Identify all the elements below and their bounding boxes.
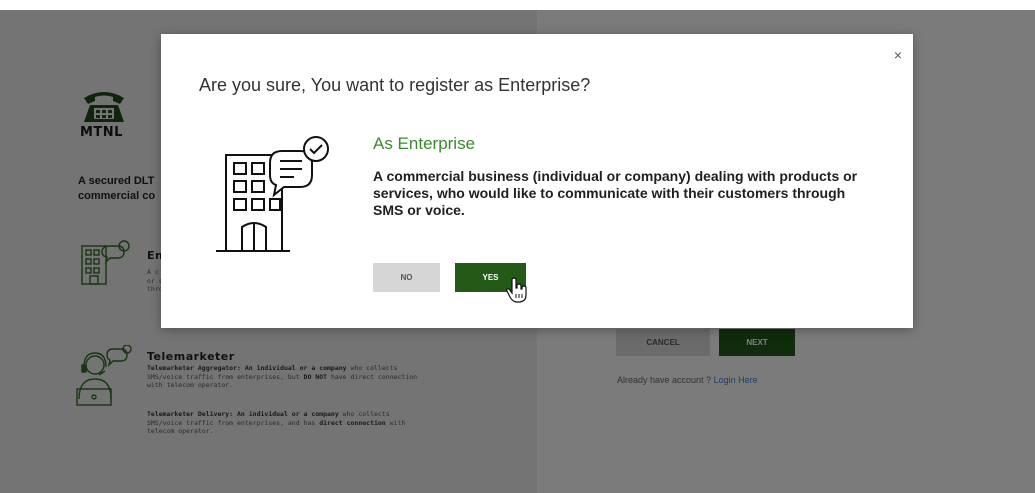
confirm-enterprise-modal: × Are you sure, You want to register as … — [161, 34, 913, 328]
top-strip — [0, 0, 1035, 10]
hand-cursor-icon — [506, 277, 528, 308]
modal-description: A commercial business (individual or com… — [373, 168, 858, 218]
close-icon[interactable]: × — [894, 48, 902, 62]
no-button[interactable]: NO — [373, 263, 440, 292]
enterprise-building-icon — [212, 131, 342, 266]
modal-title: Are you sure, You want to register as En… — [199, 75, 591, 95]
modal-subtitle: As Enterprise — [373, 134, 476, 153]
